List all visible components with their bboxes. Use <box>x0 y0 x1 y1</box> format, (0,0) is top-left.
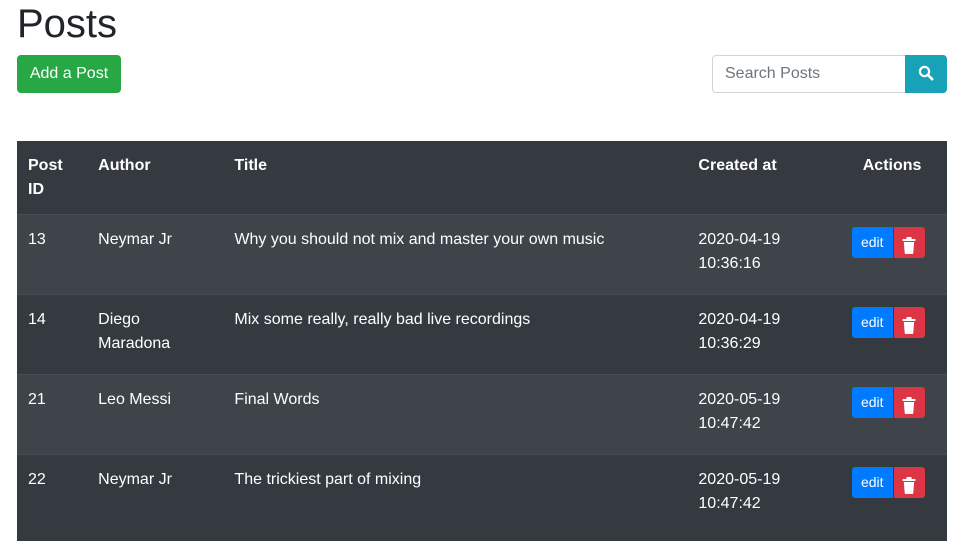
posts-table: Post ID Author Title Created at Actions … <box>17 141 947 535</box>
title-cell: Final Words <box>223 374 688 455</box>
author-cell: Neymar Jr <box>87 214 224 295</box>
post-id-cell: 21 <box>17 374 88 455</box>
actions-cell: edit <box>851 214 947 295</box>
table-row: 13 Neymar Jr Why you should not mix and … <box>17 214 947 295</box>
search-input[interactable] <box>712 55 906 93</box>
table-header: Post ID Author Title Created at Actions <box>17 141 947 215</box>
actions-cell: edit <box>851 454 947 535</box>
trash-icon <box>895 477 924 494</box>
table-row: 21 Leo Messi Final Words 2020-05-19 10:4… <box>17 374 947 455</box>
header-title: Title <box>223 141 688 215</box>
edit-button[interactable]: edit <box>851 467 893 498</box>
delete-button[interactable] <box>893 307 925 338</box>
edit-button[interactable]: edit <box>851 227 893 258</box>
title-cell: Why you should not mix and master your o… <box>223 214 688 295</box>
trash-icon <box>895 397 924 414</box>
title-cell: Mix some really, really bad live recordi… <box>223 294 688 375</box>
posts-table-container: Post ID Author Title Created at Actions … <box>17 141 947 541</box>
created-at-cell: 2020-04-19 10:36:29 <box>687 294 852 375</box>
search-icon <box>918 65 934 84</box>
header-post-id: Post ID <box>17 141 88 215</box>
created-at-cell: 2020-04-19 10:36:16 <box>687 214 852 295</box>
table-row: 14 Diego Maradona Mix some really, reall… <box>17 294 947 375</box>
post-id-cell: 13 <box>17 214 88 295</box>
actions-cell: edit <box>851 374 947 455</box>
header-author: Author <box>87 141 224 215</box>
trash-icon <box>895 237 924 254</box>
page-title: Posts <box>17 2 118 46</box>
post-id-cell: 14 <box>17 294 88 375</box>
edit-button[interactable]: edit <box>851 307 893 338</box>
post-id-cell: 22 <box>17 454 88 535</box>
created-at-cell: 2020-05-19 10:47:42 <box>687 374 852 455</box>
author-cell: Leo Messi <box>87 374 224 455</box>
actions-cell: edit <box>851 294 947 375</box>
add-post-button[interactable]: Add a Post <box>17 55 121 93</box>
trash-icon <box>895 317 924 334</box>
delete-button[interactable] <box>893 467 925 498</box>
title-cell: The trickiest part of mixing <box>223 454 688 535</box>
author-cell: Diego Maradona <box>87 294 224 375</box>
header-created-at: Created at <box>687 141 852 215</box>
delete-button[interactable] <box>893 387 925 418</box>
created-at-cell: 2020-05-19 10:47:42 <box>687 454 852 535</box>
author-cell: Neymar Jr <box>87 454 224 535</box>
table-row: 22 Neymar Jr The trickiest part of mixin… <box>17 454 947 535</box>
search-button[interactable] <box>905 55 947 93</box>
delete-button[interactable] <box>893 227 925 258</box>
header-actions: Actions <box>851 141 947 215</box>
edit-button[interactable]: edit <box>851 387 893 418</box>
